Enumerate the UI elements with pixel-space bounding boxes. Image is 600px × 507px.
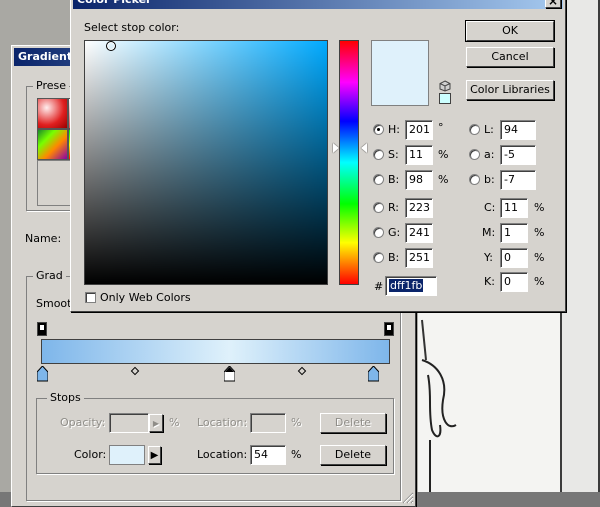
preset-swatch-rainbow[interactable]	[37, 129, 68, 160]
opacity-unit: %	[169, 416, 180, 429]
yellow-label: Y:	[484, 251, 493, 264]
presets-label: Prese	[33, 79, 69, 92]
opacity-stop-right[interactable]	[384, 322, 394, 336]
hue-radio[interactable]	[373, 124, 384, 135]
magenta-label: M:	[482, 226, 496, 239]
cyan-label: C:	[484, 201, 496, 214]
brightness-field[interactable]: 98	[405, 170, 433, 190]
cancel-button[interactable]: Cancel	[466, 47, 554, 67]
lab-b-field[interactable]: -7	[500, 170, 536, 190]
gradient-type-label: Grad	[33, 269, 66, 282]
color-stop-right[interactable]	[367, 365, 380, 382]
hue-field[interactable]: 201	[405, 120, 433, 140]
new-color-swatch	[371, 40, 429, 106]
saturation-unit: %	[438, 148, 449, 161]
magenta-field[interactable]: 1	[500, 223, 528, 243]
yellow-unit: %	[534, 251, 545, 264]
hex-prefix: #	[374, 280, 384, 293]
only-web-colors-checkbox[interactable]	[85, 292, 96, 303]
hue-slider-left-arrow[interactable]	[333, 143, 339, 153]
cyan-field[interactable]: 11	[500, 198, 528, 218]
color-field[interactable]	[84, 40, 328, 285]
only-web-colors-label: Only Web Colors	[100, 291, 191, 304]
smoothness-label: Smoot	[36, 297, 72, 310]
lab-l-radio[interactable]	[469, 124, 480, 135]
color-libraries-button[interactable]: Color Libraries	[466, 80, 554, 100]
color-stop-left[interactable]	[36, 365, 49, 382]
brightness-label: B:	[388, 173, 400, 186]
opacity-label: Opacity:	[60, 416, 106, 429]
hue-label: H:	[388, 123, 400, 136]
lab-a-field[interactable]: -5	[500, 145, 536, 165]
color-picker-window: Color Picker × Select stop color: OK Can…	[70, 0, 566, 312]
gradient-preview-bar[interactable]	[41, 339, 390, 364]
lab-a-radio[interactable]	[469, 149, 480, 160]
brightness-unit: %	[438, 173, 449, 186]
red-radio[interactable]	[373, 202, 384, 213]
magenta-unit: %	[534, 226, 545, 239]
opacity-stop-left[interactable]	[37, 322, 47, 336]
lab-l-field[interactable]: 94	[500, 120, 536, 140]
stops-label: Stops	[47, 391, 84, 404]
color-label: Color:	[74, 448, 107, 461]
saturation-radio[interactable]	[373, 149, 384, 160]
color-field-cursor[interactable]	[106, 41, 116, 51]
color-arrow-button[interactable]: ▶	[148, 446, 161, 464]
select-stop-color-label: Select stop color:	[84, 21, 180, 34]
lab-b-radio[interactable]	[469, 174, 480, 185]
hex-field[interactable]: dff1fb	[385, 276, 437, 296]
color-location-field[interactable]: 54	[250, 445, 286, 465]
stop-color-swatch[interactable]	[109, 445, 145, 465]
yellow-field[interactable]: 0	[500, 248, 528, 268]
blue-radio[interactable]	[373, 252, 384, 263]
close-button[interactable]: ×	[545, 0, 561, 8]
color-location-unit: %	[291, 448, 302, 461]
color-delete-button[interactable]: Delete	[320, 445, 386, 465]
brightness-radio[interactable]	[373, 174, 384, 185]
opacity-delete-button: Delete	[320, 413, 386, 433]
green-radio[interactable]	[373, 227, 384, 238]
ok-button[interactable]: OK	[465, 20, 555, 42]
blue-label: B:	[388, 251, 400, 264]
red-field[interactable]: 223	[405, 198, 433, 218]
name-label: Name:	[25, 232, 62, 245]
opacity-location-label: Location:	[197, 416, 248, 429]
cyan-unit: %	[534, 201, 545, 214]
saturation-field[interactable]: 11	[405, 145, 433, 165]
web-safe-swatch[interactable]	[439, 93, 451, 104]
color-stop-selected[interactable]	[223, 365, 236, 382]
hue-unit: °	[438, 121, 444, 134]
blue-field[interactable]: 251	[405, 248, 433, 268]
black-unit: %	[534, 275, 545, 288]
hue-slider-right-arrow[interactable]	[361, 143, 367, 153]
lab-a-label: a:	[484, 148, 495, 161]
red-label: R:	[388, 201, 400, 214]
lab-l-label: L:	[484, 123, 494, 136]
color-location-label: Location:	[197, 448, 248, 461]
opacity-location-unit: %	[291, 416, 302, 429]
color-picker-title: Color Picker	[73, 0, 563, 9]
green-field[interactable]: 241	[405, 223, 433, 243]
opacity-arrow-button: ▶	[149, 414, 163, 432]
black-field[interactable]: 0	[500, 272, 528, 292]
opacity-location-field	[250, 413, 286, 433]
hue-slider[interactable]	[339, 40, 359, 285]
hex-value-selected: dff1fb	[389, 279, 424, 292]
gamut-cube-icon[interactable]	[439, 80, 451, 92]
canvas-edge-light	[562, 0, 598, 507]
green-label: G:	[388, 226, 401, 239]
preset-swatch-red[interactable]	[37, 98, 68, 129]
resize-grip-icon[interactable]	[400, 490, 414, 504]
saturation-label: S:	[388, 148, 399, 161]
lab-b-label: b:	[484, 173, 495, 186]
black-label: K:	[484, 275, 495, 288]
opacity-field	[109, 413, 149, 433]
